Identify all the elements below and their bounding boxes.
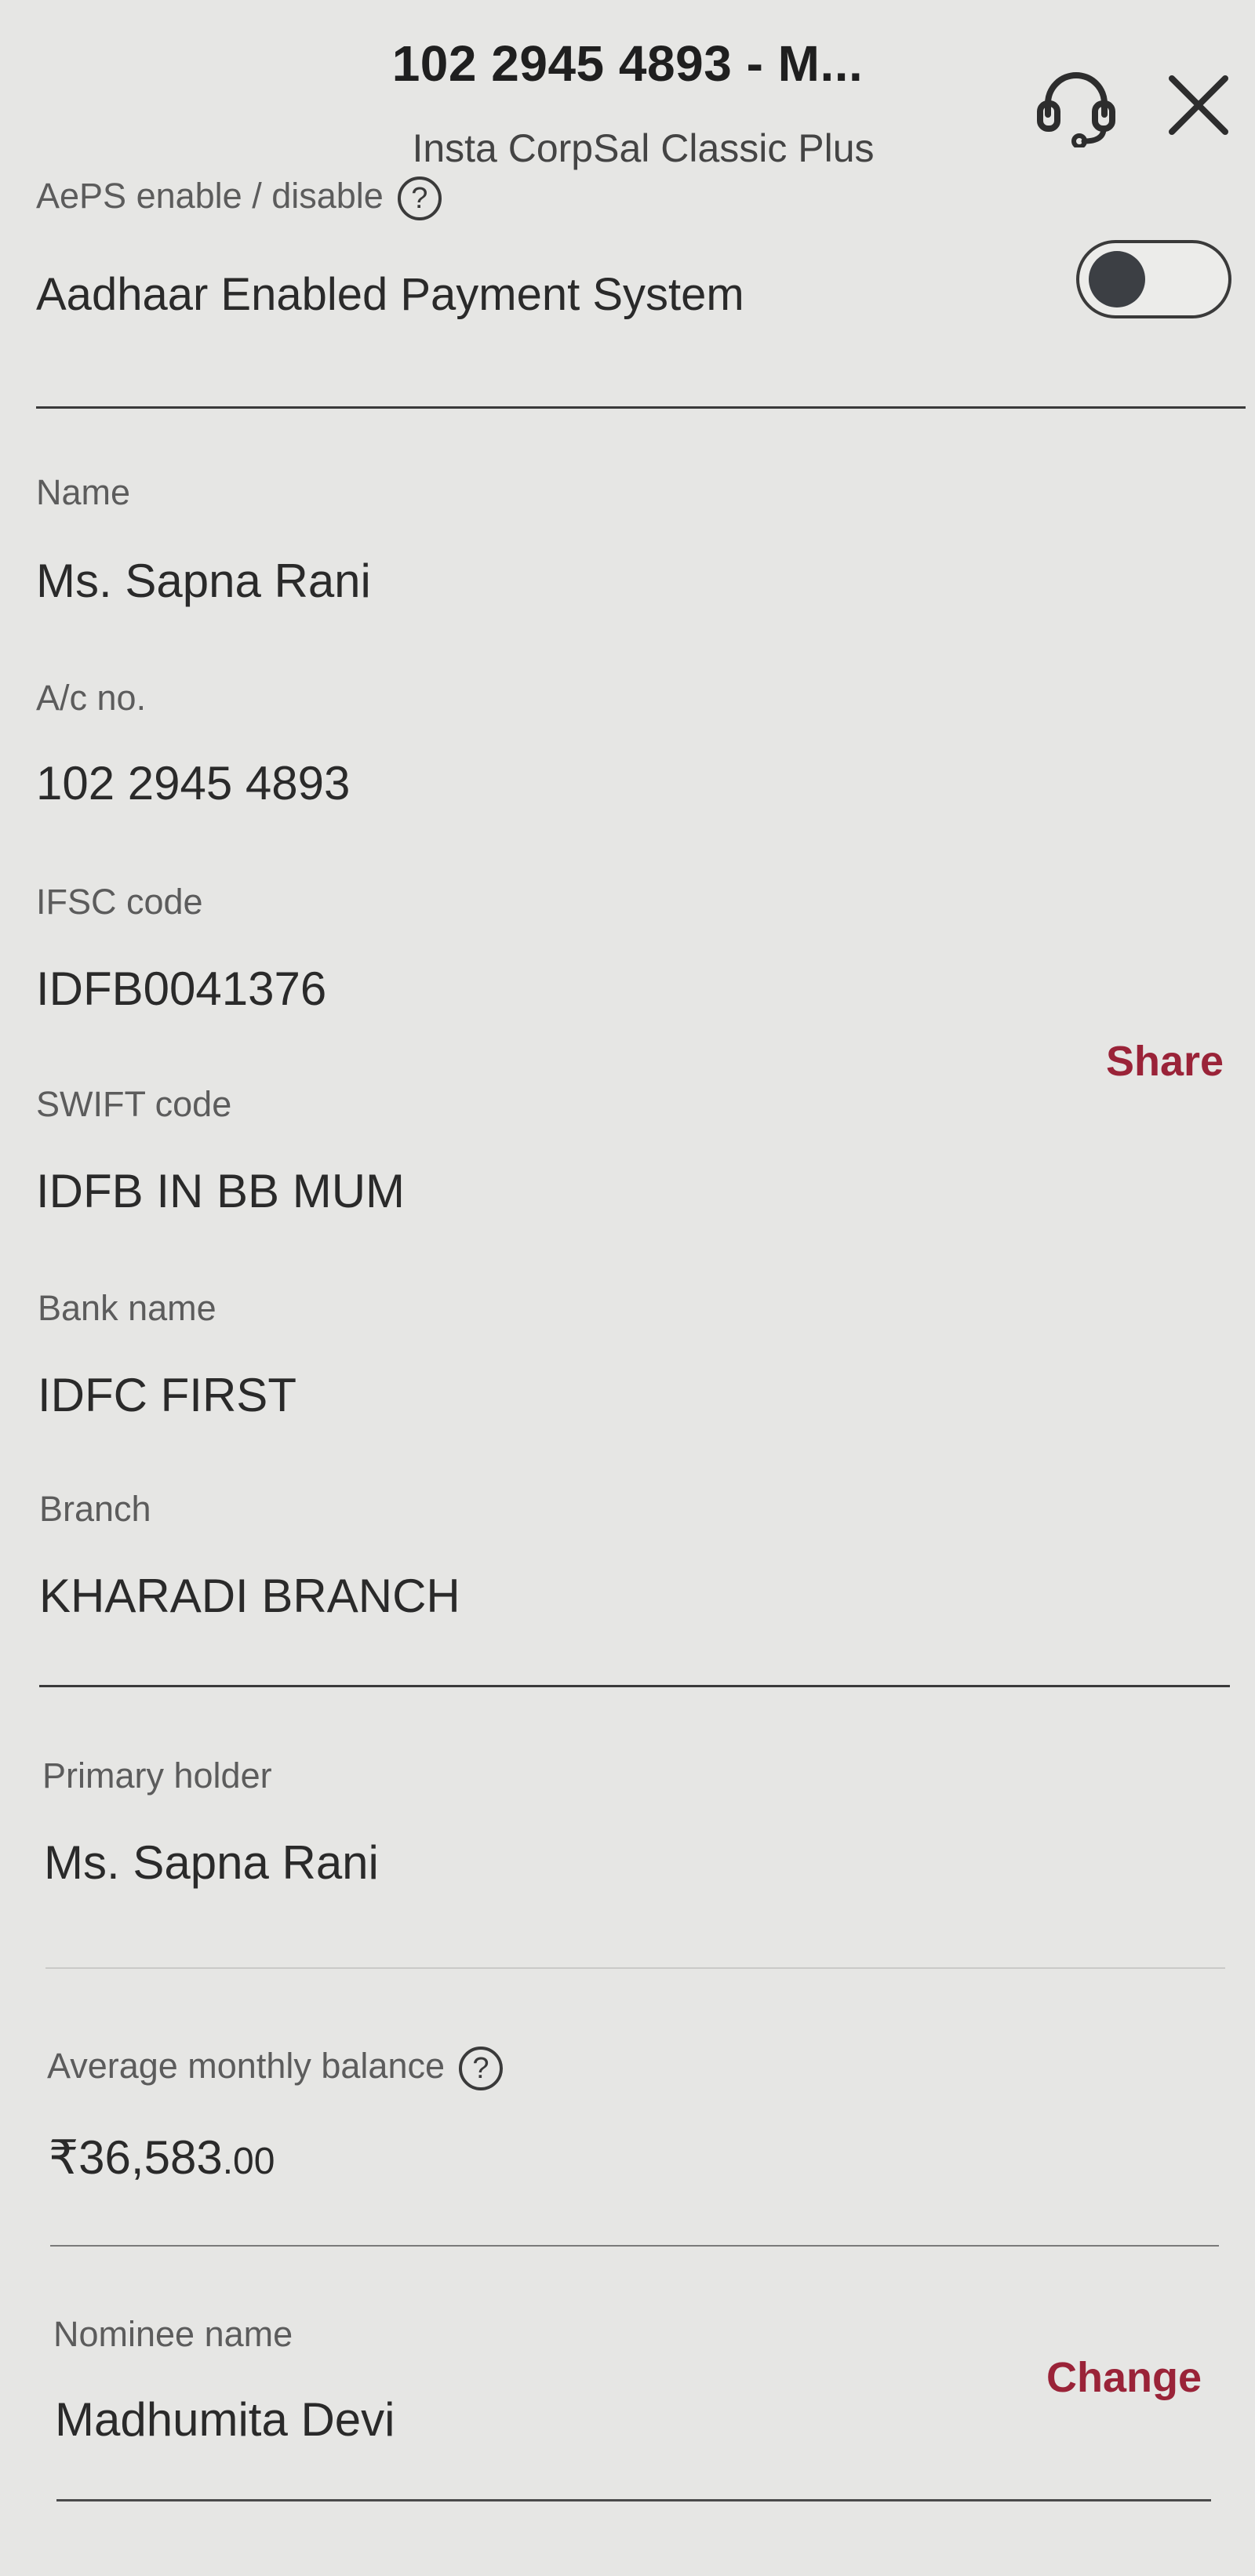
divider (45, 1967, 1225, 1969)
change-nominee-button[interactable]: Change (1046, 2353, 1202, 2402)
ifsc-value: IDFB0041376 (36, 962, 327, 1015)
name-value: Ms. Sapna Rani (36, 555, 371, 607)
toggle-knob (1089, 251, 1145, 307)
balance-decimals: .00 (222, 2141, 275, 2182)
aeps-description: Aadhaar Enabled Payment System (36, 269, 744, 320)
balance-amount: ₹36,583 (49, 2131, 223, 2184)
divider (56, 2499, 1211, 2501)
question-circle-icon[interactable]: ? (459, 2047, 503, 2091)
branch-label: Branch (39, 1489, 151, 1529)
account-number-value: 102 2945 4893 (36, 757, 351, 810)
close-icon[interactable] (1164, 71, 1233, 140)
balance-label-row: Average monthly balance? (47, 2046, 503, 2091)
aeps-label: AePS enable / disable (36, 176, 384, 216)
balance-value: ₹36,583.00 (49, 2130, 275, 2185)
bank-name-label: Bank name (38, 1288, 216, 1328)
balance-label: Average monthly balance (47, 2046, 445, 2086)
nominee-label: Nominee name (53, 2314, 293, 2354)
ifsc-label: IFSC code (36, 882, 203, 922)
primary-holder-value: Ms. Sapna Rani (44, 1836, 379, 1889)
swift-label: SWIFT code (36, 1084, 232, 1124)
bank-name-value: IDFC FIRST (38, 1369, 296, 1421)
aeps-toggle[interactable] (1076, 240, 1231, 318)
primary-holder-label: Primary holder (42, 1756, 272, 1796)
nominee-value: Madhumita Devi (55, 2393, 395, 2446)
name-label: Name (36, 472, 131, 512)
divider (50, 2245, 1219, 2247)
divider (36, 406, 1246, 409)
aeps-label-row: AePS enable / disable? (36, 176, 442, 221)
headset-icon[interactable] (1034, 69, 1119, 149)
swift-value: IDFB IN BB MUM (36, 1165, 406, 1217)
share-button[interactable]: Share (1106, 1037, 1224, 1086)
divider (39, 1685, 1230, 1687)
question-circle-icon[interactable]: ? (397, 176, 442, 221)
account-number-label: A/c no. (36, 678, 147, 718)
branch-value: KHARADI BRANCH (39, 1570, 460, 1622)
